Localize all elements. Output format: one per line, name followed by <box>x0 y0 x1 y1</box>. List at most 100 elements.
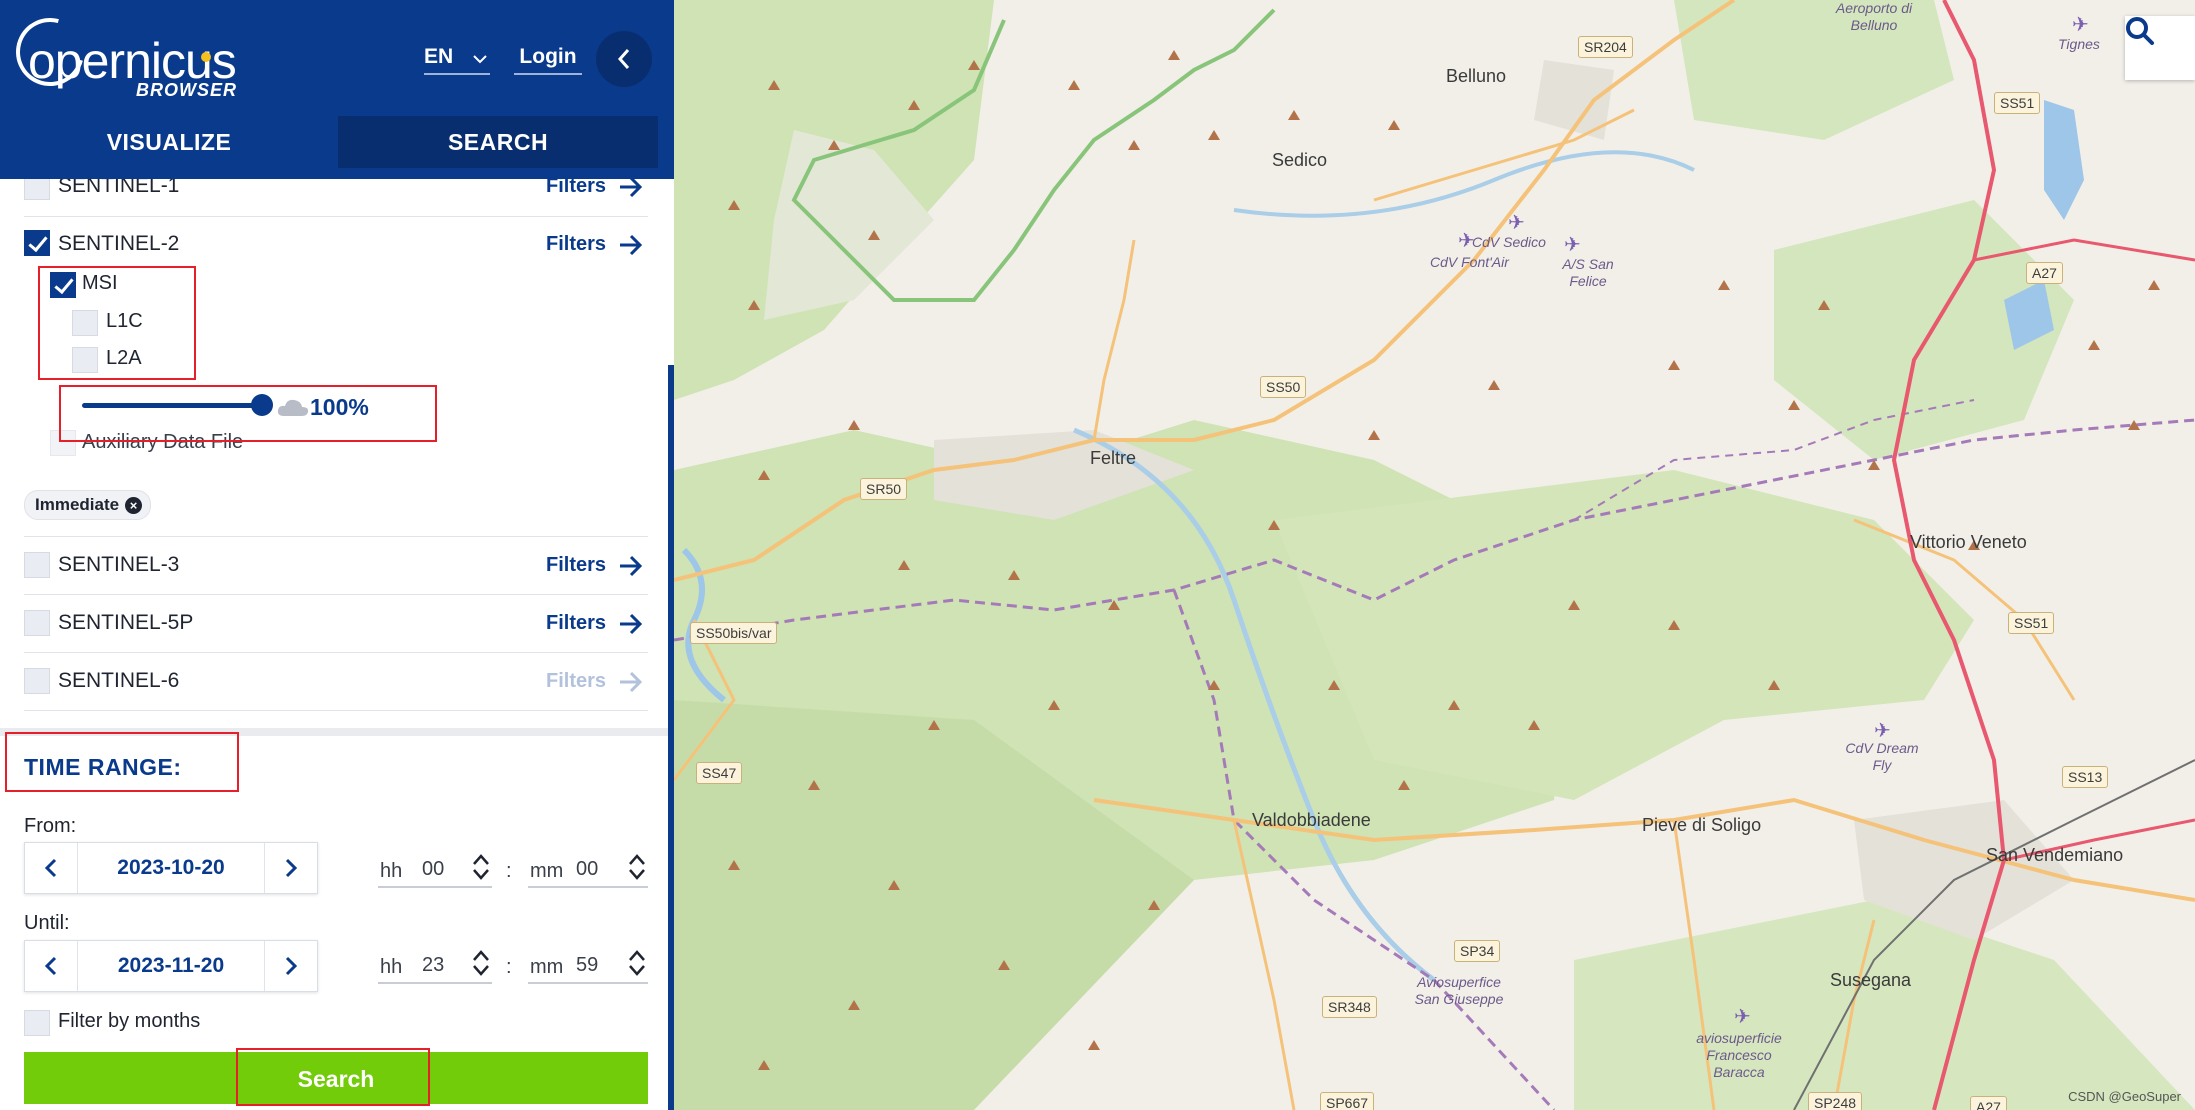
hh-label: hh <box>380 860 403 882</box>
dataset-label: SENTINEL-3 <box>58 553 180 576</box>
mm-label: mm <box>530 860 564 882</box>
annotation-box <box>59 385 437 442</box>
hour-value: 00 <box>422 858 445 880</box>
login-button[interactable]: Login <box>514 45 582 75</box>
map-town-label: Belluno <box>1446 66 1507 86</box>
until-minute-field[interactable]: mm 59 <box>528 946 648 984</box>
from-date-value[interactable]: 2023-10-20 <box>77 843 265 893</box>
map-town-label: Vittorio Veneto <box>1910 532 2027 552</box>
minute-value: 59 <box>576 954 599 976</box>
checkbox[interactable] <box>24 668 50 694</box>
airfield-label: Aviosuperfice San Giuseppe <box>1414 974 1504 1007</box>
panel-scroll-edge <box>668 365 674 1110</box>
annotation-box <box>236 1048 430 1106</box>
chevron-right-icon <box>285 858 298 878</box>
airfield-label: aviosuperficie Francesco Baracca <box>1696 1030 1782 1080</box>
chevron-left-icon <box>44 858 57 878</box>
from-hour-field[interactable]: hh 00 <box>378 850 492 888</box>
airfield-label: Aeroporto di Belluno <box>1835 0 1913 33</box>
prev-day-button[interactable] <box>25 843 78 893</box>
mm-label: mm <box>530 956 564 978</box>
road-shield: A27 <box>2026 262 2063 284</box>
filter-by-months-checkbox[interactable] <box>24 1010 50 1036</box>
chevron-right-icon <box>285 956 298 976</box>
time-colon: : <box>506 860 512 882</box>
road-shield: SS13 <box>2062 766 2109 788</box>
dataset-row-sentinel-6: SENTINEL-6 Filters <box>24 652 648 711</box>
airfield-icon: ✈ <box>2072 14 2089 36</box>
next-day-button[interactable] <box>264 941 317 991</box>
filters-link-disabled: Filters <box>546 670 607 692</box>
checkbox[interactable] <box>24 552 50 578</box>
tab-visualize[interactable]: VISUALIZE <box>0 116 338 168</box>
arrow-right-icon <box>620 555 643 577</box>
spinner-icon[interactable] <box>626 852 648 882</box>
airfield-label: CdV Font'Air <box>1430 254 1509 270</box>
chevron-left-icon <box>44 956 57 976</box>
road-shield: SR348 <box>1322 996 1377 1018</box>
annotation-box <box>5 732 239 792</box>
arrow-right-icon <box>620 671 643 693</box>
road-shield: SR204 <box>1578 36 1633 58</box>
logo-subtext: BROWSER <box>136 80 237 100</box>
time-colon: : <box>506 956 512 978</box>
collapse-panel-button[interactable] <box>596 31 652 87</box>
airfield-label: CdV Dream Fly <box>1845 740 1919 773</box>
until-date-picker: 2023-11-20 <box>24 940 318 992</box>
next-day-button[interactable] <box>264 843 317 893</box>
filters-link[interactable]: Filters <box>546 233 606 256</box>
prev-day-button[interactable] <box>25 941 78 991</box>
copernicus-logo: opernicus BROWSER <box>3 5 237 104</box>
road-shield: SP667 <box>1320 1092 1375 1110</box>
road-shield: SS47 <box>696 762 743 784</box>
annotation-box <box>38 266 196 380</box>
airfield-icon: ✈ <box>1734 1006 1751 1028</box>
spinner-icon[interactable] <box>626 948 648 978</box>
tab-search[interactable]: SEARCH <box>338 116 658 168</box>
hour-value: 23 <box>422 954 445 976</box>
filters-link[interactable]: Filters <box>546 612 606 635</box>
spinner-icon[interactable] <box>470 948 492 978</box>
airfield-label: Tignes <box>2058 36 2100 52</box>
airfield-label: CdV Sedico <box>1472 234 1546 250</box>
road-shield: SP34 <box>1454 940 1501 962</box>
sidebar-panel: SENTINEL-1 Filters SENTINEL-2 Filters MS… <box>0 0 674 1110</box>
chevron-down-icon <box>473 55 487 64</box>
map-town-label: Valdobbiadene <box>1252 810 1371 830</box>
chevron-left-icon <box>617 49 630 69</box>
map-search-button[interactable] <box>2125 16 2195 80</box>
language-value: EN <box>424 45 454 68</box>
until-date-value[interactable]: 2023-11-20 <box>77 941 265 991</box>
road-shield: SP248 <box>1808 1092 1863 1110</box>
until-label: Until: <box>24 912 70 934</box>
dataset-divider <box>24 490 648 537</box>
road-shield: A27 <box>1970 1096 2007 1110</box>
filters-link[interactable]: Filters <box>546 554 606 577</box>
airfield-icon: ✈ <box>1564 234 1581 256</box>
logo-dot <box>201 52 211 62</box>
from-minute-field[interactable]: mm 00 <box>528 850 648 888</box>
airfield-icon: ✈ <box>1508 212 1525 234</box>
map-tiles <box>674 0 2195 1110</box>
until-hour-field[interactable]: hh 23 <box>378 946 492 984</box>
dataset-label: SENTINEL-6 <box>58 669 180 692</box>
app-header: opernicus BROWSER EN Login VISUALIZE SEA… <box>0 0 674 179</box>
checkbox[interactable] <box>24 230 50 256</box>
language-selector[interactable]: EN <box>424 45 490 75</box>
dataset-row-sentinel-3: SENTINEL-3 Filters <box>24 536 648 595</box>
road-shield: SS50 <box>1260 376 1307 398</box>
arrow-right-icon <box>620 613 643 635</box>
arrow-right-icon <box>620 176 643 198</box>
road-shield: SS50bis/var <box>690 622 778 644</box>
map-town-label: Pieve di Soligo <box>1642 815 1762 835</box>
arrow-right-icon <box>620 234 643 256</box>
from-date-picker: 2023-10-20 <box>24 842 318 894</box>
map-town-label: Susegana <box>1830 970 1912 990</box>
watermark: CSDN @GeoSuper <box>2068 1089 2181 1104</box>
dataset-label: SENTINEL-2 <box>58 232 180 255</box>
spinner-icon[interactable] <box>470 852 492 882</box>
road-shield: SS51 <box>2008 612 2055 634</box>
checkbox[interactable] <box>24 610 50 636</box>
map-view[interactable]: Belluno Sedico Feltre Vittorio Veneto Va… <box>674 0 2195 1110</box>
airfield-label: A/S San Felice <box>1562 256 1614 289</box>
